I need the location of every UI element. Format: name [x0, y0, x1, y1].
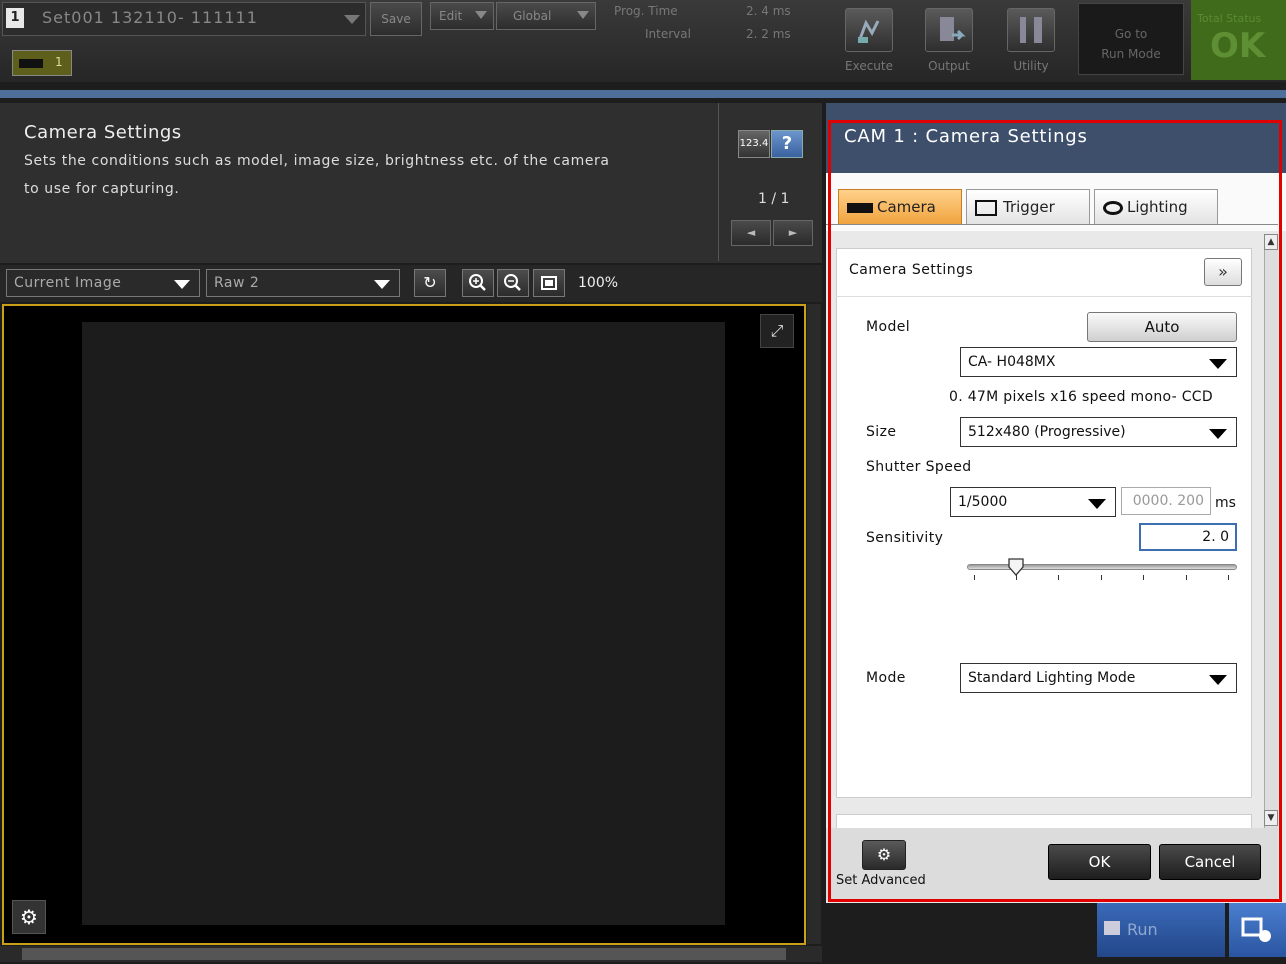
refresh-button[interactable]: ↻	[414, 269, 446, 297]
highlight-frame	[828, 120, 1282, 902]
fullscreen-icon: ⤢	[770, 321, 784, 340]
gear-icon: ⚙	[20, 905, 38, 929]
output-button[interactable]	[925, 8, 973, 52]
utility-button[interactable]	[1007, 8, 1055, 52]
edit-menu-button[interactable]: Edit	[430, 2, 494, 30]
zoom-in-button[interactable]	[462, 269, 494, 297]
setup-icon	[1241, 917, 1271, 942]
display-settings-button[interactable]: ⚙	[12, 900, 46, 934]
chevron-down-icon	[475, 11, 487, 19]
utility-icon	[1020, 17, 1042, 43]
prog-time-label: Prog. Time	[614, 4, 678, 18]
chevron-down-icon	[174, 280, 190, 289]
prev-page-button[interactable]: ◄	[731, 220, 771, 246]
scrollbar-thumb[interactable]	[22, 948, 786, 960]
divider-bar	[0, 90, 1286, 98]
camera-image	[82, 322, 725, 925]
image-source-select[interactable]: Current Image	[6, 269, 200, 297]
save-button[interactable]: Save	[370, 2, 422, 36]
run-mode-line1: Go to	[1114, 27, 1148, 41]
camera-icon	[19, 59, 43, 68]
page-indicator: 1 / 1	[758, 191, 790, 207]
chevron-down-icon[interactable]	[344, 15, 360, 24]
go-to-run-mode-button[interactable]: Go to Run Mode	[1078, 3, 1184, 75]
interval-value: 2. 2 ms	[746, 27, 791, 41]
global-label: Global	[513, 9, 552, 23]
execute-button[interactable]	[845, 8, 893, 52]
play-icon	[1104, 921, 1120, 935]
page-description-line1: Sets the conditions such as model, image…	[24, 153, 610, 169]
interval-label: Interval	[645, 27, 691, 41]
zoom-in-icon	[469, 274, 486, 291]
run-mode-line2: Run Mode	[1101, 47, 1161, 61]
total-status-label: Total Status	[1197, 12, 1262, 25]
fit-icon	[541, 276, 557, 290]
page-description-line2: to use for capturing.	[24, 181, 180, 197]
next-page-button[interactable]: ►	[773, 220, 813, 246]
zoom-out-icon	[504, 274, 521, 291]
chevron-down-icon	[374, 280, 390, 289]
execute-label: Execute	[845, 59, 893, 73]
setting-name: Set001 132110- 111111	[42, 8, 258, 27]
utility-label: Utility	[1013, 59, 1049, 73]
zoom-out-button[interactable]	[497, 269, 529, 297]
vertical-scrollbar[interactable]	[807, 304, 821, 944]
zoom-level: 100%	[578, 275, 619, 291]
setup-mode-button[interactable]	[1229, 903, 1286, 957]
camera-tab-label: 1	[55, 55, 63, 69]
page-title: Camera Settings	[24, 122, 182, 143]
edit-label: Edit	[439, 9, 463, 23]
global-menu-button[interactable]: Global	[496, 2, 596, 30]
fullscreen-button[interactable]: ⤢	[760, 314, 794, 348]
total-status-value: OK	[1210, 26, 1266, 66]
numeric-display-button[interactable]: 123.4	[738, 130, 770, 158]
output-label: Output	[928, 59, 970, 73]
image-type-select[interactable]: Raw 2	[206, 269, 400, 297]
prog-time-value: 2. 4 ms	[746, 4, 791, 18]
chevron-down-icon	[577, 11, 589, 19]
execute-icon	[858, 19, 880, 43]
help-button[interactable]: ?	[771, 130, 803, 158]
setting-number: 1	[6, 8, 24, 28]
divider	[718, 103, 719, 261]
output-icon	[940, 17, 966, 41]
refresh-icon: ↻	[423, 273, 437, 292]
camera-tab-1[interactable]: 1	[12, 50, 72, 76]
fit-to-window-button[interactable]	[533, 269, 565, 297]
